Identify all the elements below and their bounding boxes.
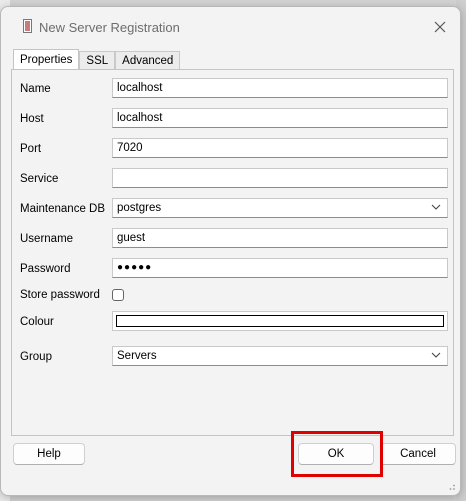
server-registration-dialog: New Server Registration Properties SSL A…: [0, 6, 461, 496]
password-field[interactable]: ●●●●●: [112, 258, 448, 278]
maintenance-db-value: postgres: [117, 202, 162, 214]
username-field[interactable]: guest: [112, 228, 448, 248]
ok-button[interactable]: OK: [298, 443, 374, 465]
maintenance-db-select[interactable]: postgres: [112, 198, 448, 218]
chevron-down-icon: [431, 204, 441, 210]
host-field[interactable]: localhost: [112, 108, 448, 128]
properties-panel: Name localhost Host localhost Port 7020 …: [11, 69, 454, 436]
colour-swatch: [116, 315, 444, 327]
name-label: Name: [20, 83, 51, 95]
group-label: Group: [20, 351, 52, 363]
tab-advanced[interactable]: Advanced: [115, 51, 181, 70]
port-label: Port: [20, 143, 42, 155]
colour-picker[interactable]: [112, 311, 448, 331]
username-label: Username: [20, 233, 74, 245]
store-password-checkbox[interactable]: [112, 289, 124, 301]
password-label: Password: [20, 263, 71, 275]
password-value: ●●●●●: [117, 262, 153, 273]
name-value: localhost: [117, 82, 163, 94]
app-icon: [23, 19, 32, 33]
tab-bar: Properties SSL Advanced: [13, 49, 181, 70]
service-label: Service: [20, 173, 59, 185]
service-field[interactable]: [112, 168, 448, 188]
chevron-down-icon: [431, 352, 441, 358]
title-bar[interactable]: New Server Registration: [1, 7, 460, 45]
tab-ssl[interactable]: SSL: [79, 51, 116, 70]
name-field[interactable]: localhost: [112, 78, 448, 98]
username-value: guest: [117, 232, 146, 244]
help-button[interactable]: Help: [13, 443, 85, 465]
cancel-button[interactable]: Cancel: [380, 443, 456, 465]
port-value: 7020: [117, 142, 143, 154]
host-value: localhost: [117, 112, 163, 124]
port-field[interactable]: 7020: [112, 138, 448, 158]
close-icon: [434, 21, 446, 33]
window-title: New Server Registration: [39, 20, 180, 35]
host-label: Host: [20, 113, 44, 125]
maintenance-db-label: Maintenance DB: [20, 203, 106, 215]
tab-properties[interactable]: Properties: [13, 49, 80, 70]
resize-grip-icon[interactable]: [446, 481, 456, 491]
close-button[interactable]: [428, 15, 452, 39]
group-select[interactable]: Servers: [112, 346, 448, 366]
colour-label: Colour: [20, 316, 54, 328]
group-value: Servers: [117, 350, 157, 362]
store-password-label: Store password: [20, 289, 100, 301]
